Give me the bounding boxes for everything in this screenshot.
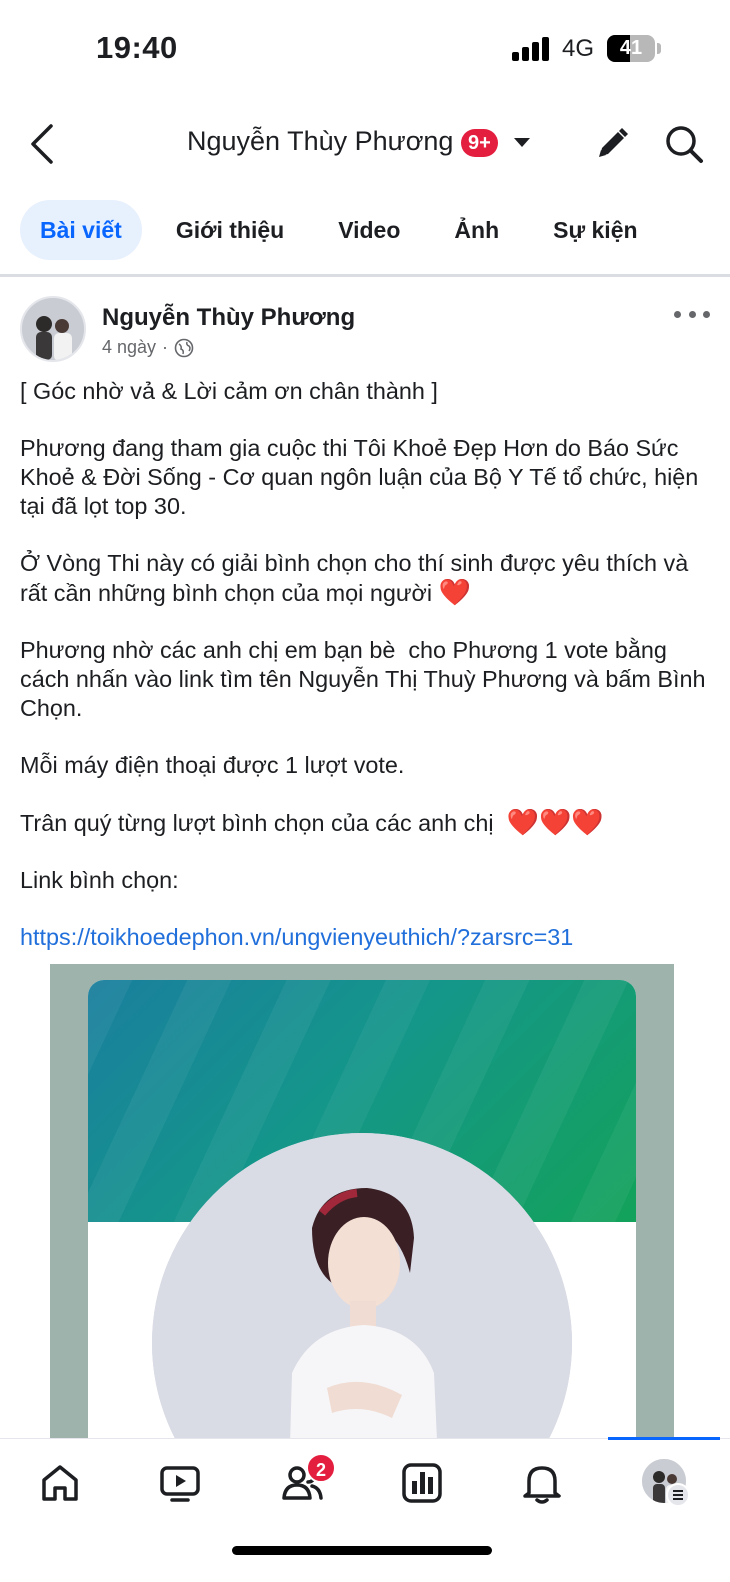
battery-tip <box>657 43 661 54</box>
post-paragraph: Phương nhờ các anh chị em bạn bè cho Phư… <box>20 637 712 721</box>
post-paragraph: Mỗi máy điện thoại được 1 lượt vote. <box>20 752 405 778</box>
post-paragraph: https://toikhoedephon.vn/ungvienyeuthich… <box>20 923 710 952</box>
tab-events[interactable]: Sự kiện <box>533 200 657 260</box>
tab-about[interactable]: Giới thiệu <box>156 200 304 260</box>
post-author-name[interactable]: Nguyễn Thùy Phương <box>102 304 355 332</box>
nav-active-indicator <box>608 1437 720 1440</box>
post-paragraph-text: Trân quý từng lượt bình chọn của các anh… <box>20 810 494 836</box>
home-icon <box>42 1465 78 1501</box>
vote-link[interactable]: https://toikhoedephon.vn/ungvienyeuthich… <box>20 924 573 950</box>
meta-separator: · <box>162 337 169 357</box>
profile-tabs: Bài viết Giới thiệu Video Ảnh Sự kiện <box>20 200 672 260</box>
nav-dashboard[interactable] <box>392 1457 452 1509</box>
author-avatar[interactable] <box>20 296 86 362</box>
tab-video[interactable]: Video <box>318 200 420 260</box>
post-more-button[interactable] <box>674 302 710 326</box>
heart-emoji: ❤️ <box>571 807 604 837</box>
battery-icon: 41 <box>607 35 655 62</box>
search-button[interactable] <box>660 120 708 168</box>
post-meta: 4 ngày · <box>102 337 194 358</box>
tab-divider <box>0 274 730 277</box>
post-time[interactable]: 4 ngày <box>102 337 156 358</box>
menu-icon[interactable] <box>666 1483 690 1507</box>
edit-icon <box>599 128 628 157</box>
notification-badge[interactable]: 9+ <box>461 129 498 157</box>
post-header: Nguyễn Thùy Phương 4 ngày · <box>20 296 710 366</box>
post-text: [ Góc nhờ vả & Lời cảm ơn chân thành ] P… <box>20 377 710 980</box>
edit-button[interactable] <box>588 120 636 168</box>
image-frame <box>50 964 674 1438</box>
status-time: 19:40 <box>96 30 178 65</box>
candidate-card <box>88 980 636 1438</box>
globe-icon <box>174 338 194 357</box>
post-paragraph: [ Góc nhờ vả & Lời cảm ơn chân thành ] <box>20 378 438 404</box>
profile-header: Nguyễn Thùy Phương 9+ <box>0 100 730 188</box>
post-paragraph: Link bình chọn: <box>20 867 179 893</box>
search-icon <box>666 126 703 163</box>
dashboard-icon <box>402 1463 442 1503</box>
bell-icon <box>523 1466 561 1504</box>
post-paragraph: Ở Vòng Thi này có giải bình chọn cho thí… <box>20 549 710 608</box>
video-icon <box>160 1466 200 1502</box>
back-button[interactable] <box>20 120 64 168</box>
caret-down-icon[interactable] <box>512 136 532 150</box>
friends-badge: 2 <box>306 1453 336 1483</box>
post-paragraph: Trân quý từng lượt bình chọn của các anh… <box>20 808 710 838</box>
back-icon <box>31 124 53 164</box>
heart-emoji: ❤️ <box>506 807 539 837</box>
tab-photos[interactable]: Ảnh <box>434 200 519 260</box>
heart-emoji: ❤️ <box>438 577 471 607</box>
status-bar: 19:40 4G 41 <box>0 0 730 100</box>
home-indicator <box>232 1546 492 1555</box>
nav-notifications[interactable] <box>512 1457 572 1509</box>
post-image[interactable] <box>0 964 730 1438</box>
battery-level: 41 <box>619 37 643 59</box>
bottom-navigation: 2 <box>0 1437 730 1582</box>
profile-title[interactable]: Nguyễn Thùy Phương <box>187 126 453 157</box>
heart-emoji: ❤️ <box>538 807 572 837</box>
network-type: 4G <box>562 35 595 62</box>
nav-video[interactable] <box>150 1457 210 1509</box>
signal-icon <box>512 37 552 61</box>
nav-home[interactable] <box>30 1457 90 1509</box>
tab-posts[interactable]: Bài viết <box>20 200 142 260</box>
post-paragraph-text: Ở Vòng Thi này có giải bình chọn cho thí… <box>20 550 695 606</box>
post-paragraph: Phương đang tham gia cuộc thi Tôi Khoẻ Đ… <box>20 435 705 519</box>
